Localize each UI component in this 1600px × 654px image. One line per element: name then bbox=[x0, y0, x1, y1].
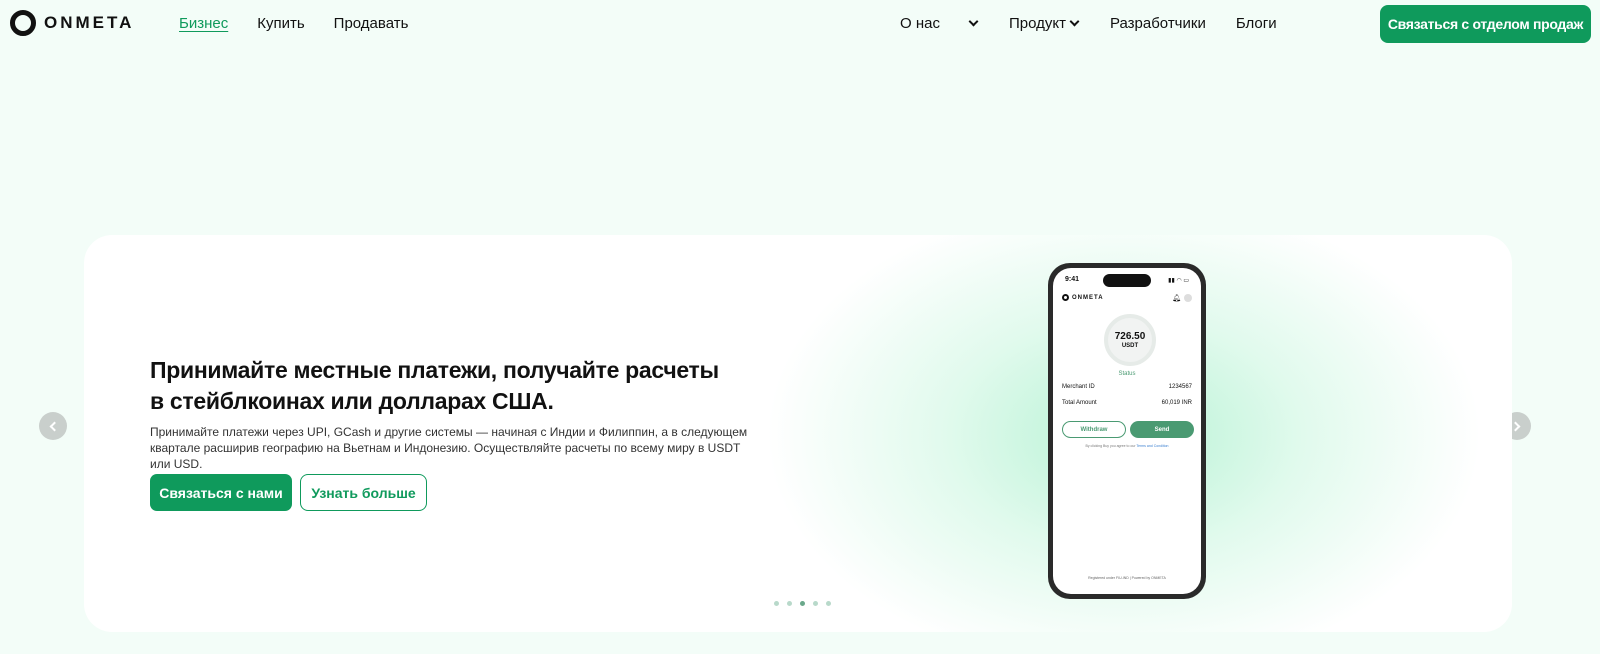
nav-left: Бизнес Купить Продавать bbox=[179, 15, 408, 32]
carousel-dot-active[interactable] bbox=[800, 601, 805, 606]
send-button[interactable]: Send bbox=[1130, 421, 1194, 438]
nav-item-about-label: О нас bbox=[900, 15, 940, 32]
learn-more-button[interactable]: Узнать больше bbox=[300, 474, 427, 511]
total-amount-label: Total Amount bbox=[1062, 400, 1097, 406]
withdraw-button[interactable]: Withdraw bbox=[1062, 421, 1126, 438]
hero-card: Принимайте местные платежи, получайте ра… bbox=[84, 235, 1512, 632]
total-amount-value: 60,019 INR bbox=[1161, 400, 1192, 406]
phone-logo: ONMETA bbox=[1062, 294, 1104, 301]
top-navigation: ONMETA Бизнес Купить Продавать О нас Про… bbox=[0, 0, 1600, 48]
phone-header-actions: 🔔︎ bbox=[1172, 294, 1192, 302]
nav-item-product-label: Продукт bbox=[1008, 15, 1066, 32]
chevron-left-icon bbox=[49, 421, 60, 431]
carousel-dot[interactable] bbox=[813, 601, 818, 606]
nav-right: О нас Продукт Разработчики Блоги bbox=[900, 15, 1277, 32]
avatar bbox=[1184, 294, 1192, 302]
carousel-dot[interactable] bbox=[826, 601, 831, 606]
nav-item-developers-label: Разработчики bbox=[1109, 15, 1206, 32]
terms-prefix: By clicking Buy you agree to our bbox=[1085, 444, 1136, 448]
onmeta-logo-icon bbox=[1062, 294, 1069, 301]
nav-item-about[interactable]: О нас bbox=[900, 15, 979, 32]
hero-subtitle: Принимайте платежи через UPI, GCash и др… bbox=[150, 425, 748, 471]
nav-item-blogs[interactable]: Блоги bbox=[1236, 15, 1277, 32]
signal-battery-icon: ▮▮ ◠ ▭ bbox=[1168, 278, 1189, 284]
chevron-right-icon bbox=[1510, 421, 1521, 431]
onmeta-logo-icon bbox=[10, 10, 36, 36]
contact-us-button[interactable]: Связаться с нами bbox=[150, 474, 292, 511]
phone-footer: Registered under FIU-IND | Powered by ON… bbox=[1088, 576, 1166, 580]
terms-link[interactable]: Terms and Condition bbox=[1136, 444, 1168, 448]
balance-currency: USDT bbox=[1121, 343, 1139, 349]
bell-icon: 🔔︎ bbox=[1172, 295, 1181, 302]
total-amount-row: Total Amount 60,019 INR bbox=[1062, 400, 1192, 406]
phone-time: 9:41 bbox=[1065, 276, 1080, 283]
terms-text: By clicking Buy you agree to our Terms a… bbox=[1053, 444, 1201, 448]
nav-item-business[interactable]: Бизнес bbox=[179, 15, 228, 32]
logo-text: ONMETA bbox=[44, 13, 135, 32]
merchant-id-row: Merchant ID 1234567 bbox=[1062, 384, 1192, 390]
status-label: Status bbox=[1118, 371, 1136, 377]
carousel-dots bbox=[774, 601, 831, 606]
nav-item-sell[interactable]: Продавать bbox=[334, 15, 409, 32]
phone-screen: 9:41 ▮▮ ◠ ▭ ONMETA 🔔︎ 726.50 USDT Status… bbox=[1053, 268, 1201, 594]
carousel-prev-button[interactable] bbox=[39, 412, 67, 440]
brand-logo[interactable]: ONMETA bbox=[10, 10, 134, 36]
carousel-dot[interactable] bbox=[774, 601, 779, 606]
hero-title: Принимайте местные платежи, получайте ра… bbox=[150, 357, 719, 414]
carousel-dot[interactable] bbox=[787, 601, 792, 606]
nav-item-buy[interactable]: Купить bbox=[257, 15, 304, 32]
nav-item-developers[interactable]: Разработчики bbox=[1110, 15, 1206, 32]
contact-sales-button[interactable]: Связаться с отделом продаж bbox=[1380, 5, 1591, 43]
phone-notch bbox=[1103, 274, 1151, 287]
nav-item-blogs-label: Блоги bbox=[1235, 15, 1277, 32]
chevron-down-icon bbox=[968, 16, 979, 27]
merchant-id-label: Merchant ID bbox=[1062, 384, 1095, 390]
merchant-id-value: 1234567 bbox=[1168, 384, 1192, 390]
nav-item-product[interactable]: Продукт bbox=[1008, 15, 1080, 32]
phone-logo-text: ONMETA bbox=[1072, 294, 1104, 301]
balance-amount: 726.50 bbox=[1114, 331, 1146, 342]
phone-mockup: 9:41 ▮▮ ◠ ▭ ONMETA 🔔︎ 726.50 USDT Status… bbox=[1048, 263, 1206, 599]
balance-circle: 726.50 USDT bbox=[1104, 314, 1156, 366]
chevron-down-icon bbox=[1069, 16, 1080, 27]
